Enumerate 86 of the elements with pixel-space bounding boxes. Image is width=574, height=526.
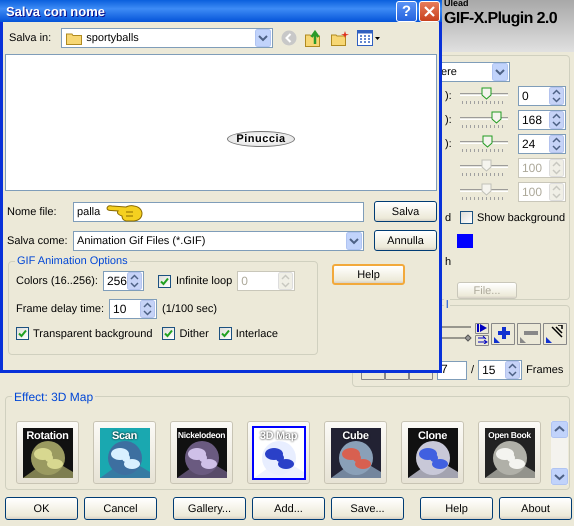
spin-arrows-icon[interactable] [549, 111, 564, 129]
group-title: GIF Animation Options [15, 255, 130, 267]
slider[interactable] [460, 182, 508, 202]
label-fragment: h [444, 256, 452, 268]
effect-thumbnail[interactable]: Open Book [478, 421, 541, 484]
play-marker-button[interactable] [475, 322, 489, 334]
slider[interactable] [460, 134, 508, 154]
logo-title: GIF-X.Plugin 2.0 [444, 11, 558, 27]
effect-thumbnail[interactable]: Rotation [16, 421, 79, 484]
scrollbar[interactable] [551, 421, 568, 485]
field-label: Nome file: [6, 206, 58, 218]
plus-icon [494, 325, 512, 343]
checkbox-label: Interlace [236, 328, 278, 340]
close-icon [424, 6, 435, 16]
file-type-dropdown[interactable]: Animation Gif Files (*.GIF) [73, 230, 364, 250]
effect-thumbnail[interactable]: Cube [324, 421, 387, 484]
loop-button[interactable] [475, 334, 489, 346]
slider-thumb[interactable] [490, 111, 502, 124]
slider-label: ): [444, 114, 453, 126]
checkbox-label: Dither [179, 328, 209, 340]
diagonal-arrows-icon [546, 325, 564, 343]
number-field[interactable]: 0 [518, 86, 566, 106]
add-frame-button[interactable] [491, 323, 515, 345]
label-fragment: d [444, 212, 452, 224]
dialog-button[interactable]: About [499, 497, 572, 520]
spin-arrows-icon[interactable] [140, 300, 156, 318]
effect-thumbnail[interactable]: Clone [401, 421, 464, 484]
group-title: l [444, 299, 450, 311]
checkbox[interactable] [460, 211, 473, 224]
slider-thumb[interactable] [482, 135, 493, 148]
dialog-button[interactable]: Save... [331, 497, 404, 520]
dialog-button[interactable]: Help [420, 497, 493, 520]
dialog-button[interactable]: Gallery... [173, 497, 246, 520]
slider-label: ): [444, 90, 453, 102]
close-button[interactable] [419, 0, 440, 22]
reverse-frames-button[interactable] [543, 323, 567, 345]
window-title: Salva con nome [6, 4, 106, 18]
folder-icon [66, 32, 82, 44]
field-label: Salva in: [9, 32, 52, 44]
field-label: Salva come: [6, 234, 67, 246]
slider[interactable] [460, 86, 508, 106]
salva-button[interactable]: Salva [374, 201, 437, 222]
dialog-button[interactable]: Cancel [84, 497, 157, 520]
dialog-button[interactable]: OK [5, 497, 78, 520]
group-title: Effect: 3D Map [12, 390, 96, 404]
effect-thumbnail[interactable]: 3D Map [247, 421, 310, 484]
checkbox[interactable] [158, 274, 171, 288]
new-folder-icon[interactable] [331, 30, 350, 46]
number-field[interactable]: 15 [478, 360, 522, 380]
checkbox[interactable] [218, 327, 232, 340]
help-button[interactable]: Help [332, 264, 405, 285]
number-field[interactable]: 256 [102, 271, 144, 291]
spin-arrows-icon[interactable] [549, 87, 564, 105]
dialog-button[interactable]: Add... [252, 497, 325, 520]
number-field[interactable]: 168 [518, 110, 566, 130]
slider-thumb[interactable] [480, 87, 492, 100]
scroll-up-icon[interactable] [551, 421, 568, 438]
slider-label: ): [444, 138, 453, 150]
field-label: Frame delay time: [16, 303, 104, 315]
separator: / [471, 364, 474, 376]
number-field[interactable]: 10 [109, 299, 158, 319]
unit-label: (1/100 sec) [162, 303, 218, 315]
field-label: Colors (16..256): [16, 275, 98, 287]
help-button[interactable]: ? [396, 0, 417, 22]
slider[interactable] [460, 158, 508, 178]
number-field[interactable]: 24 [518, 134, 566, 154]
preview-text: Pinuccia [227, 130, 295, 146]
checkbox-label: Infinite loop [176, 275, 232, 287]
scroll-down-icon[interactable] [551, 468, 568, 485]
checkbox-label: Show background [477, 212, 566, 224]
annulla-button[interactable]: Annulla [374, 230, 437, 251]
folder-dropdown[interactable]: sportyballs [61, 28, 274, 48]
arrow-icon [476, 336, 488, 344]
view-menu-icon[interactable] [357, 30, 382, 46]
frames-label: Frames [526, 364, 564, 376]
checkbox[interactable] [16, 327, 29, 340]
file-name-field[interactable]: palla [73, 202, 364, 222]
checkbox[interactable] [162, 327, 176, 340]
effect-thumbnail[interactable]: Nickelodeon [170, 421, 233, 484]
checkbox-label: Transparent background [33, 328, 152, 340]
slider[interactable] [460, 110, 508, 130]
color-swatch[interactable] [457, 234, 473, 248]
spin-arrows-icon[interactable] [549, 135, 564, 153]
spin-arrows-icon[interactable] [505, 361, 520, 379]
spin-arrows-icon[interactable] [126, 272, 142, 290]
play-icon [476, 324, 488, 332]
